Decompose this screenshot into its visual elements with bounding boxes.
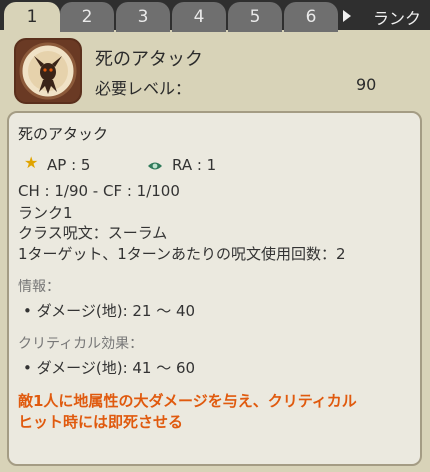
tab-3-label: 3 (137, 7, 149, 27)
tab-1[interactable]: 1 (4, 2, 60, 32)
tab-5[interactable]: 5 (228, 2, 282, 32)
description-line-1: 敵1人に地属性の大ダメージを与え、クリティカル (18, 392, 357, 410)
class-spell: クラス呪文：スーラム (18, 224, 168, 242)
tab-3[interactable]: 3 (116, 2, 170, 32)
arrow-right-icon[interactable] (343, 10, 351, 22)
tab-6[interactable]: 6 (284, 2, 338, 32)
star-icon: ★ (24, 153, 39, 172)
tab-2[interactable]: 2 (60, 2, 114, 32)
tab-6-label: 6 (305, 7, 317, 27)
ap-cost: AP : 5 (47, 156, 91, 174)
description-line-2: ヒット時には即死させる (18, 413, 184, 431)
required-level-value: 90 (356, 75, 377, 94)
tab-4-label: 4 (193, 7, 205, 27)
horned-demon-spell-icon (14, 38, 82, 104)
info-section-label: 情報： (18, 279, 60, 295)
damage-line: • ダメージ(地): 21 ～ 40 (23, 302, 196, 320)
tab-1-label: 1 (26, 7, 38, 27)
tab-4[interactable]: 4 (172, 2, 226, 32)
required-level-label: 必要レベル： (95, 79, 192, 98)
spell-name: 死のアタック (18, 125, 109, 143)
spell-rank: ランク1 (18, 204, 73, 222)
tab-2-label: 2 (81, 7, 93, 27)
tab-rank-label[interactable]: ランク (373, 5, 421, 29)
critical-section-label: クリティカル効果： (18, 336, 144, 352)
targets-per-turn: 1ターゲット、1ターンあたりの呪文使用回数：2 (18, 245, 346, 263)
spell-detail-card: 死のアタック ★ AP : 5 RA : 1 CH : 1/90 - CF : … (7, 111, 422, 466)
spell-title: 死のアタック (95, 49, 203, 70)
range: RA : 1 (172, 156, 217, 174)
eye-icon (147, 157, 163, 176)
critical-fail-rates: CH : 1/90 - CF : 1/100 (18, 182, 180, 200)
critical-damage-line: • ダメージ(地): 41 ～ 60 (23, 359, 196, 377)
tab-5-label: 5 (249, 7, 261, 27)
